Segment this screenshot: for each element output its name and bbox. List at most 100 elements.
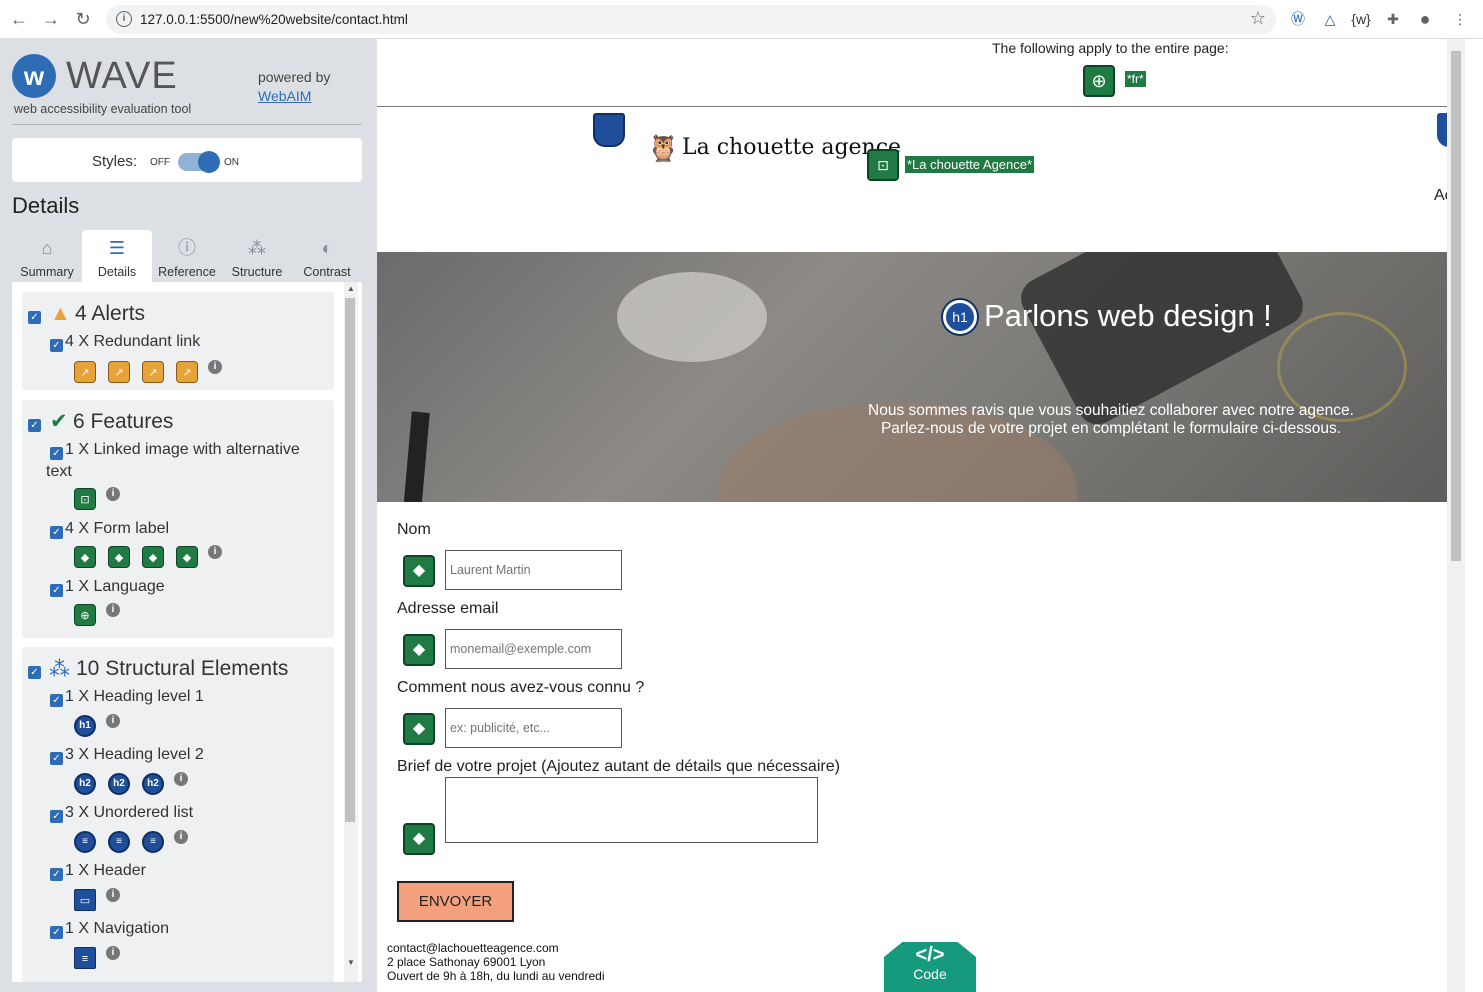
linked-image-label: 1 X Linked image with alternative (65, 441, 300, 458)
url-text[interactable]: 127.0.0.1:5500/new%20website/contact.htm… (140, 12, 408, 27)
name-field[interactable]: Laurent Martin (445, 550, 622, 590)
features-checkbox[interactable]: ✓ (28, 419, 41, 432)
name-label: Nom (397, 521, 431, 538)
home-icon: ⌂ (41, 238, 53, 258)
heading1-icon[interactable]: h1 (943, 300, 977, 334)
heading2-icon[interactable]: h2 (74, 773, 96, 795)
page-scroll-thumb[interactable] (1451, 51, 1461, 561)
info-icon[interactable]: i (174, 830, 188, 844)
heading2-label: 3 X Heading level 2 (65, 746, 204, 763)
tag-icon[interactable]: ◆ (403, 555, 435, 587)
tag-icon[interactable]: ◆ (108, 546, 130, 568)
globe-icon[interactable]: ⊕ (1083, 65, 1115, 97)
info-icon[interactable]: i (208, 545, 222, 559)
heading1-icon[interactable]: h1 (74, 715, 96, 737)
page-scrollbar[interactable] (1447, 39, 1465, 992)
styles-off-label: OFF (150, 157, 170, 168)
header-checkbox[interactable]: ✓ (50, 868, 63, 881)
page-level-annotations: The following apply to the entire page: … (377, 39, 1465, 107)
styles-toggle-switch[interactable] (178, 151, 220, 173)
code-button[interactable]: </> Code (884, 942, 976, 992)
scroll-thumb[interactable] (345, 298, 355, 822)
navigation-icon[interactable]: ≡ (74, 947, 96, 969)
menu-kebab-icon[interactable]: ⋮ (1450, 9, 1470, 29)
tag-icon[interactable]: ◆ (403, 713, 435, 745)
heading2-icon[interactable]: h2 (142, 773, 164, 795)
tag-icon[interactable]: ◆ (403, 634, 435, 666)
scroll-up-icon[interactable]: ▲ (344, 282, 358, 296)
tab-summary[interactable]: ⌂ Summary (12, 230, 82, 282)
email-label: Adresse email (397, 600, 499, 617)
globe-icon[interactable]: ⊕ (74, 604, 96, 626)
info-icon[interactable]: i (106, 946, 120, 960)
navigation-checkbox[interactable]: ✓ (50, 926, 63, 939)
linked-image-checkbox[interactable]: ✓ (50, 447, 63, 460)
puzzle-extensions-icon[interactable]: ✚ (1383, 9, 1403, 29)
heading2-checkbox[interactable]: ✓ (50, 752, 63, 765)
styles-on-label: ON (224, 157, 239, 168)
ul-checkbox[interactable]: ✓ (50, 810, 63, 823)
back-icon[interactable]: ← (8, 8, 30, 30)
submit-button[interactable]: ENVOYER (397, 881, 514, 922)
redundant-link-icon[interactable]: ↗ (142, 361, 164, 383)
brief-textarea[interactable] (445, 777, 818, 843)
wave-extension-icon[interactable]: Ⓦ (1288, 9, 1308, 29)
wave-logo-icon: w (12, 54, 56, 98)
linked-image-icon[interactable]: ⊡ (74, 488, 96, 510)
header-icon[interactable] (593, 113, 625, 147)
bookmark-star-icon[interactable]: ☆ (1250, 8, 1266, 29)
list-icon[interactable]: ≡ (74, 831, 96, 853)
alerts-checkbox[interactable]: ✓ (28, 311, 41, 324)
details-scrollbar[interactable]: ▲ ▼ (344, 282, 358, 982)
features-title: 6 Features (73, 410, 174, 433)
footer-email[interactable]: contact@lachouetteagence.com (387, 941, 605, 955)
site-info-icon[interactable]: i (116, 11, 132, 27)
list-icon[interactable]: ≡ (142, 831, 164, 853)
tag-icon[interactable]: ◆ (142, 546, 164, 568)
info-icon[interactable]: i (106, 603, 120, 617)
heading2-icon[interactable]: h2 (108, 773, 130, 795)
source-label: Comment nous avez-vous connu ? (397, 679, 645, 696)
address-bar[interactable]: i 127.0.0.1:5500/new%20website/contact.h… (106, 5, 1276, 34)
scroll-down-icon[interactable]: ▼ (344, 956, 358, 970)
redundant-link-checkbox[interactable]: ✓ (50, 339, 63, 352)
language-checkbox[interactable]: ✓ (50, 584, 63, 597)
alerts-group: ✓ ▲ 4 Alerts ✓ 4 X Redundant link ↗ ↗ ↗ … (22, 292, 334, 390)
header-icon[interactable]: ▭ (74, 889, 96, 911)
tab-structure[interactable]: ⁂ Structure (222, 230, 292, 282)
info-icon[interactable]: i (106, 487, 120, 501)
forward-icon[interactable]: → (40, 8, 62, 30)
email-field[interactable]: monemail@exemple.com (445, 629, 622, 669)
footer-contact: contact@lachouetteagence.com 2 place Sat… (387, 941, 605, 983)
list-icon[interactable]: ≡ (108, 831, 130, 853)
info-icon[interactable]: i (174, 772, 188, 786)
info-icon[interactable]: i (208, 360, 222, 374)
tag-icon[interactable]: ◆ (176, 546, 198, 568)
info-icon[interactable]: i (106, 888, 120, 902)
tag-icon[interactable]: ◆ (403, 823, 435, 855)
heading1-checkbox[interactable]: ✓ (50, 694, 63, 707)
structure-checkbox[interactable]: ✓ (28, 666, 41, 679)
redundant-link-icon[interactable]: ↗ (74, 361, 96, 383)
form-label-checkbox[interactable]: ✓ (50, 526, 63, 539)
redundant-link-icon[interactable]: ↗ (176, 361, 198, 383)
tag-icon[interactable]: ◆ (74, 546, 96, 568)
code-icon: </> (915, 944, 945, 966)
info-icon[interactable]: i (106, 714, 120, 728)
source-field[interactable]: ex: publicité, etc... (445, 708, 622, 748)
code-extension-icon[interactable]: {w} (1351, 9, 1371, 29)
redundant-link-icon[interactable]: ↗ (108, 361, 130, 383)
webaim-link[interactable]: WebAIM (258, 88, 311, 104)
hero-text-line: Parlez-nous de votre projet en complétan… (880, 420, 1342, 437)
tab-contrast[interactable]: ◐ Contrast (292, 230, 362, 282)
list-icon: ☰ (108, 238, 126, 258)
linked-image-icon[interactable]: ⊡ (867, 149, 899, 181)
owl-logo-icon[interactable]: 🦉 (647, 133, 679, 164)
accessibility-extension-icon[interactable]: △ (1320, 9, 1340, 29)
profile-avatar-icon[interactable]: ● (1415, 9, 1435, 29)
hero-text-line: Nous sommes ravis que vous souhaitiez co… (868, 402, 1354, 419)
tab-details[interactable]: ☰ Details (82, 230, 152, 282)
tab-reference[interactable]: ⓘ Reference (152, 230, 222, 282)
reload-icon[interactable]: ↻ (72, 8, 94, 30)
language-label: 1 X Language (65, 578, 165, 595)
